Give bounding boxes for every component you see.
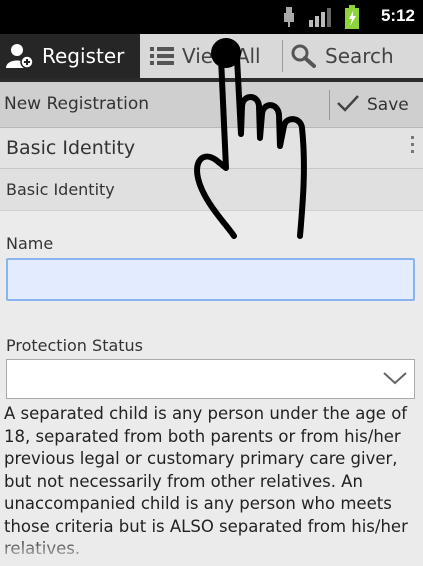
save-button[interactable]: Save <box>337 90 409 120</box>
status-bar: 5:12 <box>0 0 423 34</box>
protection-status-description: A separated child is any person under th… <box>4 404 408 556</box>
tab-register[interactable]: Register <box>0 34 140 78</box>
section-title: Basic Identity <box>6 137 136 159</box>
name-field[interactable] <box>6 258 415 301</box>
action-bar-title: New Registration <box>4 94 149 114</box>
tab-register-label: Register <box>42 44 125 68</box>
list-icon <box>150 46 174 66</box>
battery-icon <box>345 5 359 33</box>
chevron-down-icon <box>382 370 408 390</box>
signal-icon <box>309 7 331 31</box>
save-label: Save <box>367 95 409 115</box>
scroll-fade <box>0 536 423 566</box>
touch-hand-icon <box>188 36 338 250</box>
overflow-menu-icon[interactable] <box>409 136 415 157</box>
protection-status-label: Protection Status <box>6 336 144 355</box>
usb-icon <box>283 7 295 31</box>
user-add-icon <box>6 43 34 69</box>
protection-status-select[interactable] <box>6 359 415 399</box>
name-label: Name <box>6 234 54 253</box>
clock: 5:12 <box>380 6 415 25</box>
form-group-title: Basic Identity <box>6 180 115 199</box>
checkmark-icon <box>337 94 367 117</box>
